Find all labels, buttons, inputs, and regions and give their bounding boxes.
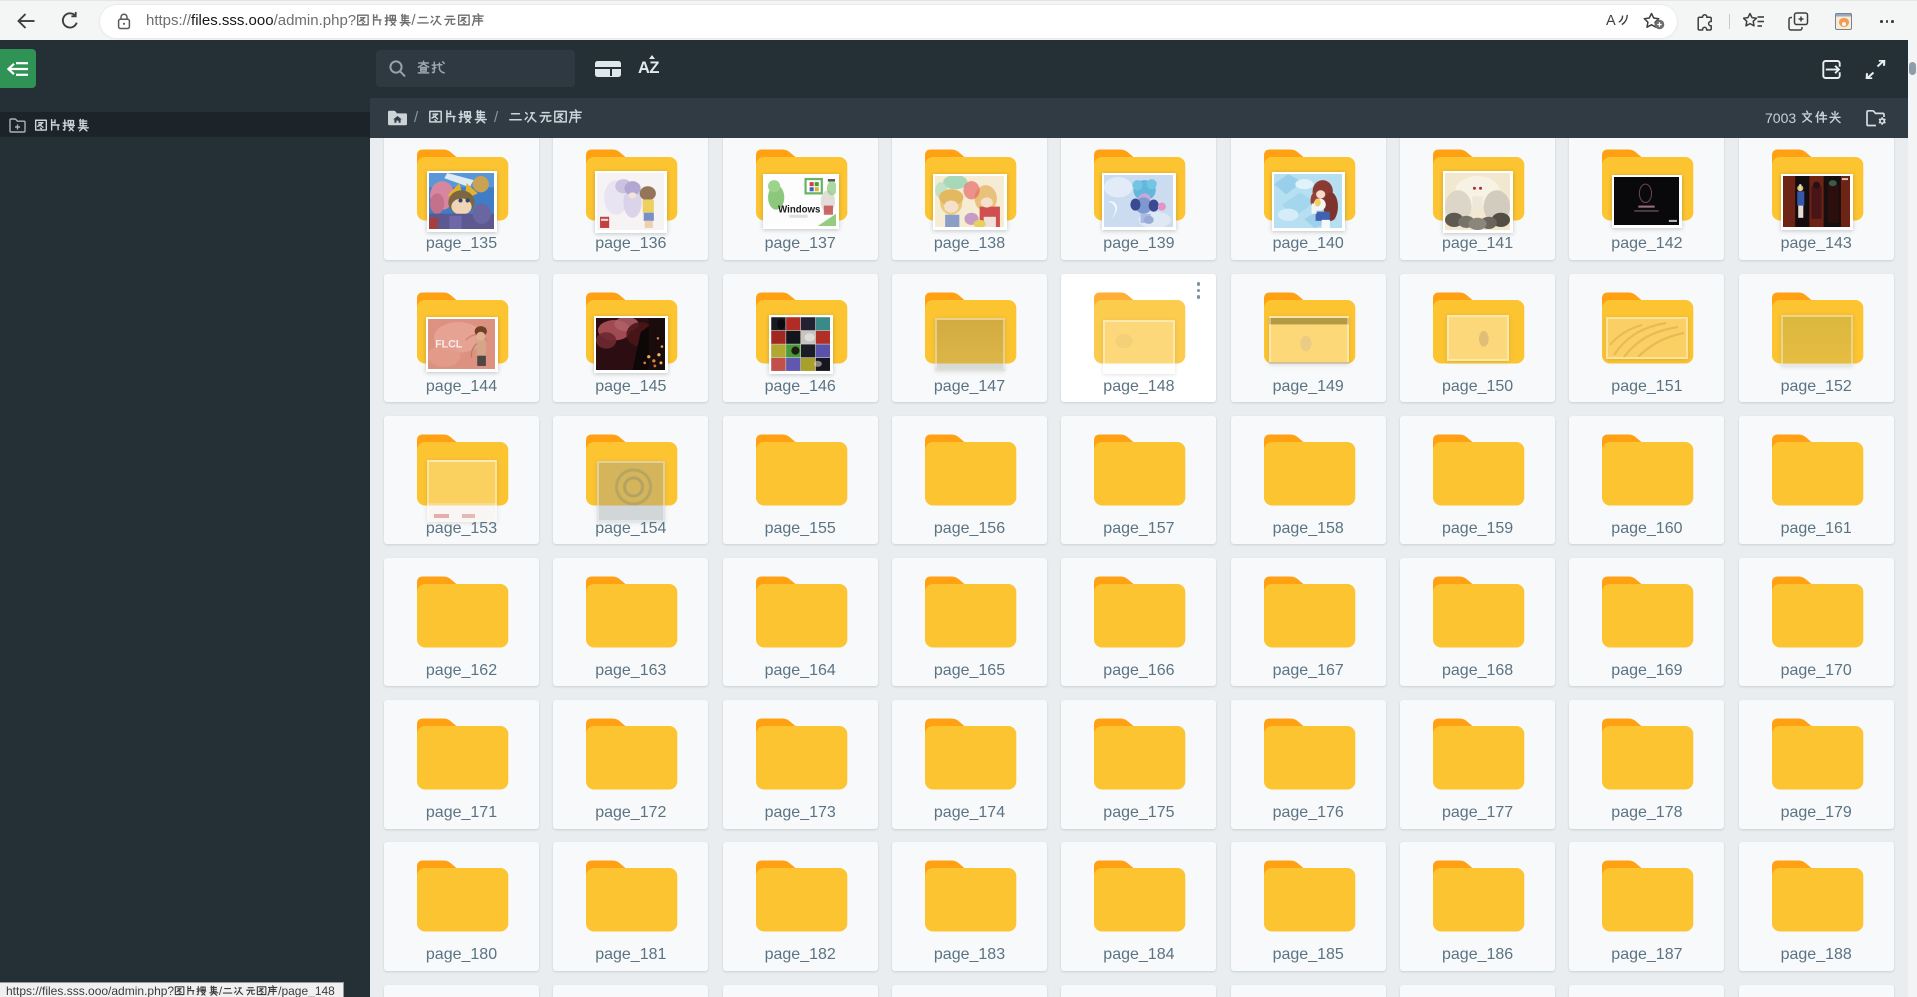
- svg-text:Windows: Windows: [778, 205, 820, 216]
- svg-text:FLCL: FLCL: [435, 338, 463, 350]
